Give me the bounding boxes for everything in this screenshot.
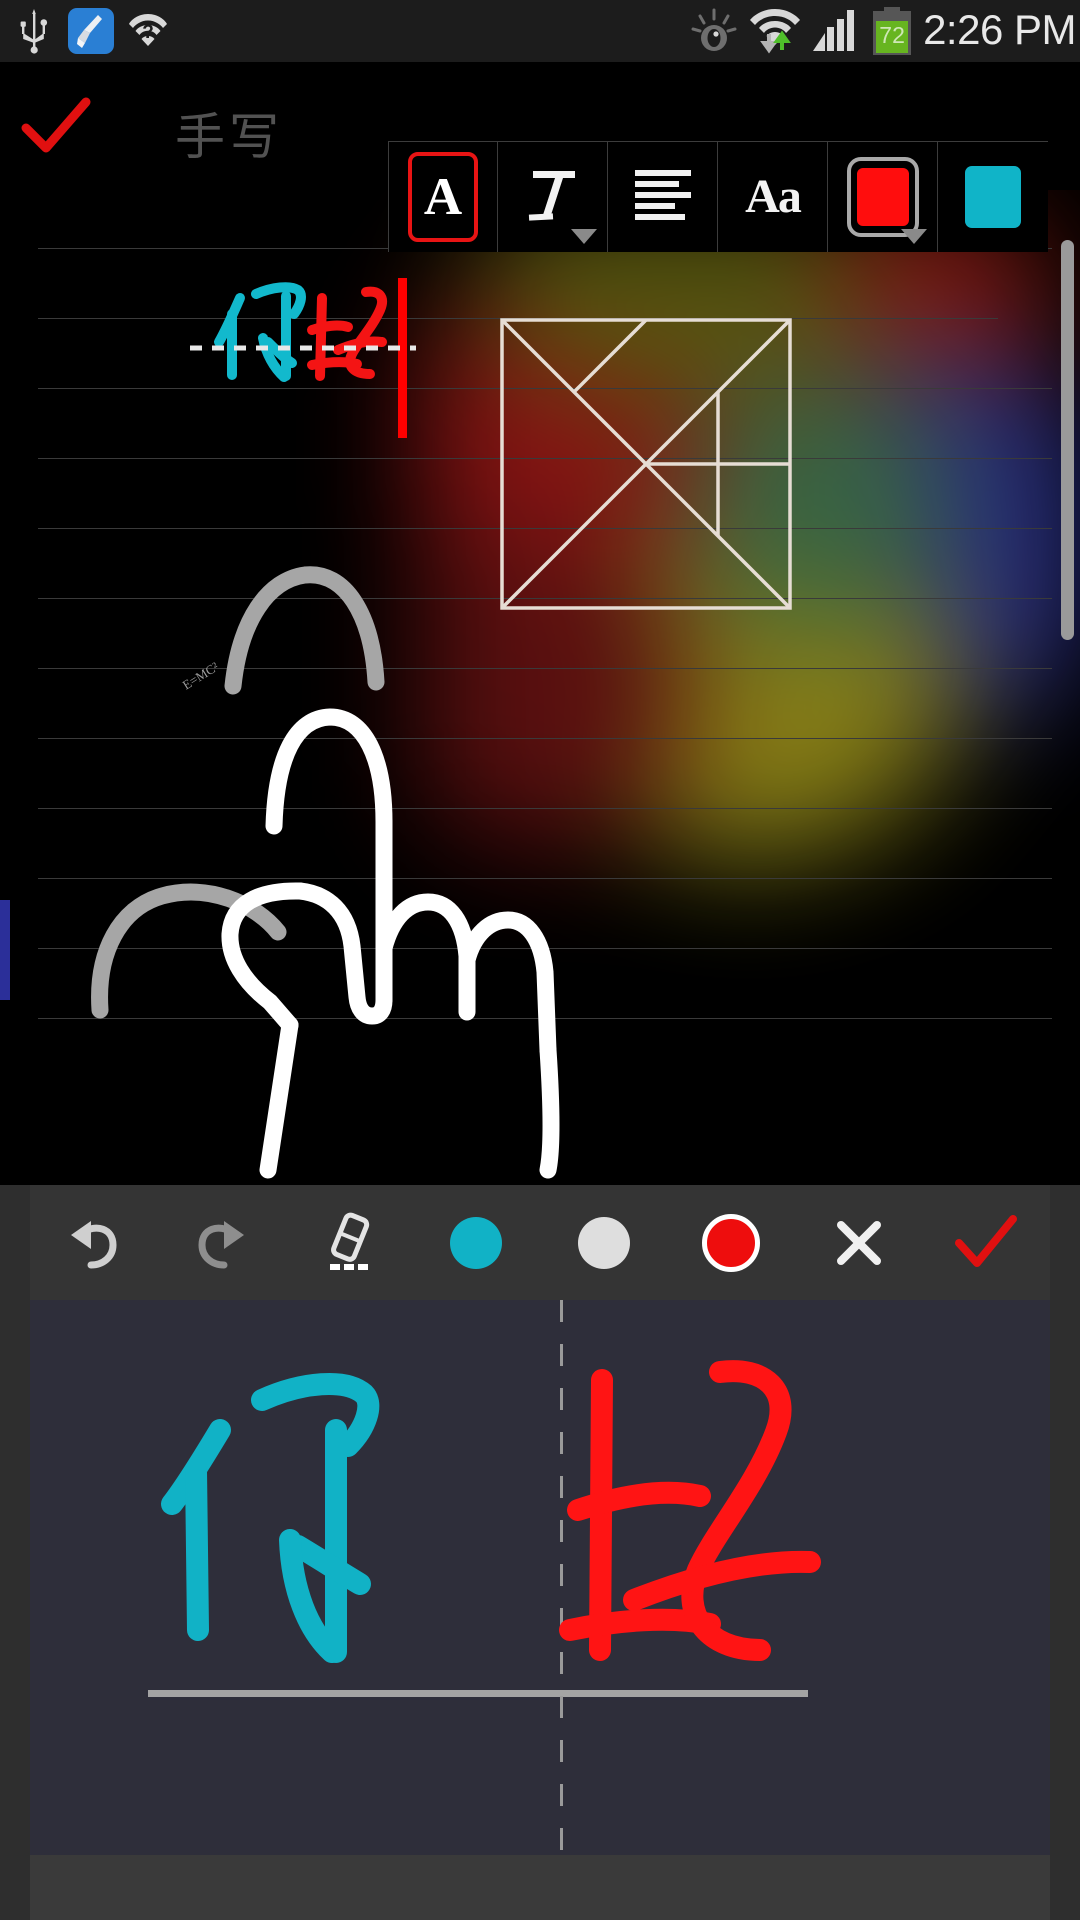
battery-icon: 72	[871, 7, 913, 55]
close-icon	[836, 1220, 881, 1265]
handwriting-panel-footer	[30, 1855, 1050, 1920]
color-swatch-cyan	[965, 166, 1021, 228]
eraser-button[interactable]	[285, 1185, 413, 1300]
undo-icon	[70, 1220, 117, 1268]
cleaner-icon	[68, 8, 114, 54]
undo-button[interactable]	[30, 1185, 158, 1300]
svg-text:?: ?	[142, 22, 154, 43]
checkmark-icon	[21, 97, 91, 153]
tool-a-label: A	[408, 152, 478, 242]
signal-bars-icon	[813, 10, 855, 51]
redo-icon	[198, 1220, 245, 1268]
wifi-question-icon: ?	[129, 14, 167, 46]
checkmark-icon	[955, 1214, 1018, 1267]
red-swatch-selected	[702, 1213, 761, 1272]
vertical-scrollbar[interactable]	[1061, 240, 1074, 640]
text-cursor	[398, 278, 407, 438]
page-title: 手写	[175, 108, 283, 166]
left-page-marker	[0, 900, 10, 1000]
handwriting-panel	[0, 1185, 1080, 1920]
formula-annotation: E=MC²	[180, 659, 221, 693]
color-dot-red[interactable]	[668, 1185, 796, 1300]
tool-text-style-a[interactable]: A	[388, 142, 498, 252]
usb-icon	[20, 9, 48, 54]
note-text-overlay: E=MC²	[180, 278, 416, 693]
white-swatch	[577, 1216, 630, 1269]
color-dot-white[interactable]	[540, 1185, 668, 1300]
text-tool-group: A Aa	[388, 141, 1048, 253]
stroke-char-left	[161, 1373, 380, 1663]
chevron-down-icon	[571, 229, 597, 244]
status-bar-left-icons: ?	[0, 8, 168, 54]
tool-font-size-aa[interactable]: Aa	[718, 142, 828, 252]
status-bar-right-icons: 72 2:26 PM	[689, 5, 1080, 57]
toolbar-confirm-button[interactable]	[16, 88, 96, 166]
battery-level: 72	[879, 22, 905, 48]
wifi-transfer-icon	[750, 9, 801, 54]
color-swatch-frame	[846, 157, 919, 237]
handwriting-confirm-button[interactable]	[923, 1185, 1051, 1300]
note-canvas[interactable]: E=MC²	[0, 190, 1080, 1190]
redo-button[interactable]	[158, 1185, 286, 1300]
handwritten-char-red	[307, 286, 388, 381]
status-bar: ? 72 2:26 PM	[0, 0, 1080, 62]
top-toolbar: 手写 A Aa	[0, 62, 1080, 252]
handwriting-input-area[interactable]	[30, 1300, 1050, 1855]
tool-text-align[interactable]	[608, 142, 718, 252]
tool-aa-label: Aa	[745, 170, 802, 223]
color-dot-cyan[interactable]	[413, 1185, 541, 1300]
italic-t-icon	[528, 171, 575, 221]
handwriting-toolbar	[30, 1185, 1050, 1300]
close-button[interactable]	[795, 1185, 923, 1300]
chevron-down-icon	[901, 229, 927, 244]
status-bar-clock: 2:26 PM	[923, 5, 1076, 53]
cyan-swatch	[450, 1216, 503, 1269]
tool-color-swatch-cyan[interactable]	[938, 142, 1048, 252]
eraser-icon	[329, 1212, 369, 1270]
handwritten-char-cyan	[214, 282, 306, 382]
align-icon	[634, 170, 691, 220]
smart-stay-eye-icon	[691, 8, 737, 51]
tool-text-format-t[interactable]	[498, 142, 608, 252]
color-swatch-red	[856, 168, 909, 226]
tool-color-picker-red[interactable]	[828, 142, 938, 252]
stroke-char-right	[559, 1360, 821, 1661]
handwriting-strokes	[161, 1360, 821, 1663]
